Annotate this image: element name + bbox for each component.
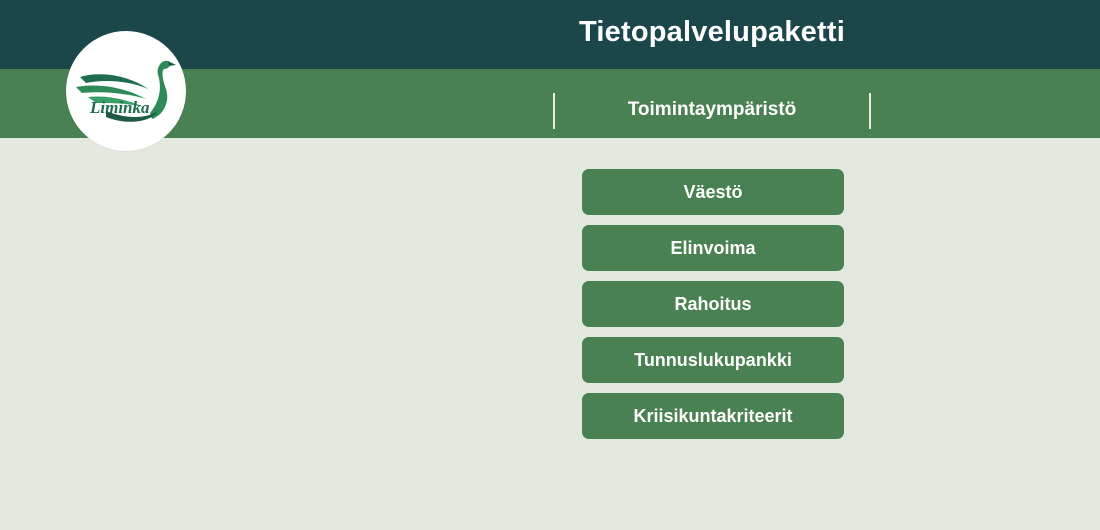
kriisikuntakriteerit-button[interactable]: Kriisikuntakriteerit (582, 393, 844, 439)
vaesto-button[interactable]: Väestö (582, 169, 844, 215)
liminka-logo: Liminka (66, 31, 186, 151)
tab-toimintaymparisto[interactable]: Toimintaympäristö (553, 93, 871, 129)
main-navigation: Väestö Elinvoima Rahoitus Tunnuslukupank… (582, 169, 844, 449)
logo-wordmark: Liminka (89, 98, 150, 117)
rahoitus-button[interactable]: Rahoitus (582, 281, 844, 327)
app-title: Tietopalvelupaketti (579, 16, 845, 48)
tunnuslukupankki-button[interactable]: Tunnuslukupankki (582, 337, 844, 383)
elinvoima-button[interactable]: Elinvoima (582, 225, 844, 271)
swan-logo-icon: Liminka (76, 60, 176, 122)
